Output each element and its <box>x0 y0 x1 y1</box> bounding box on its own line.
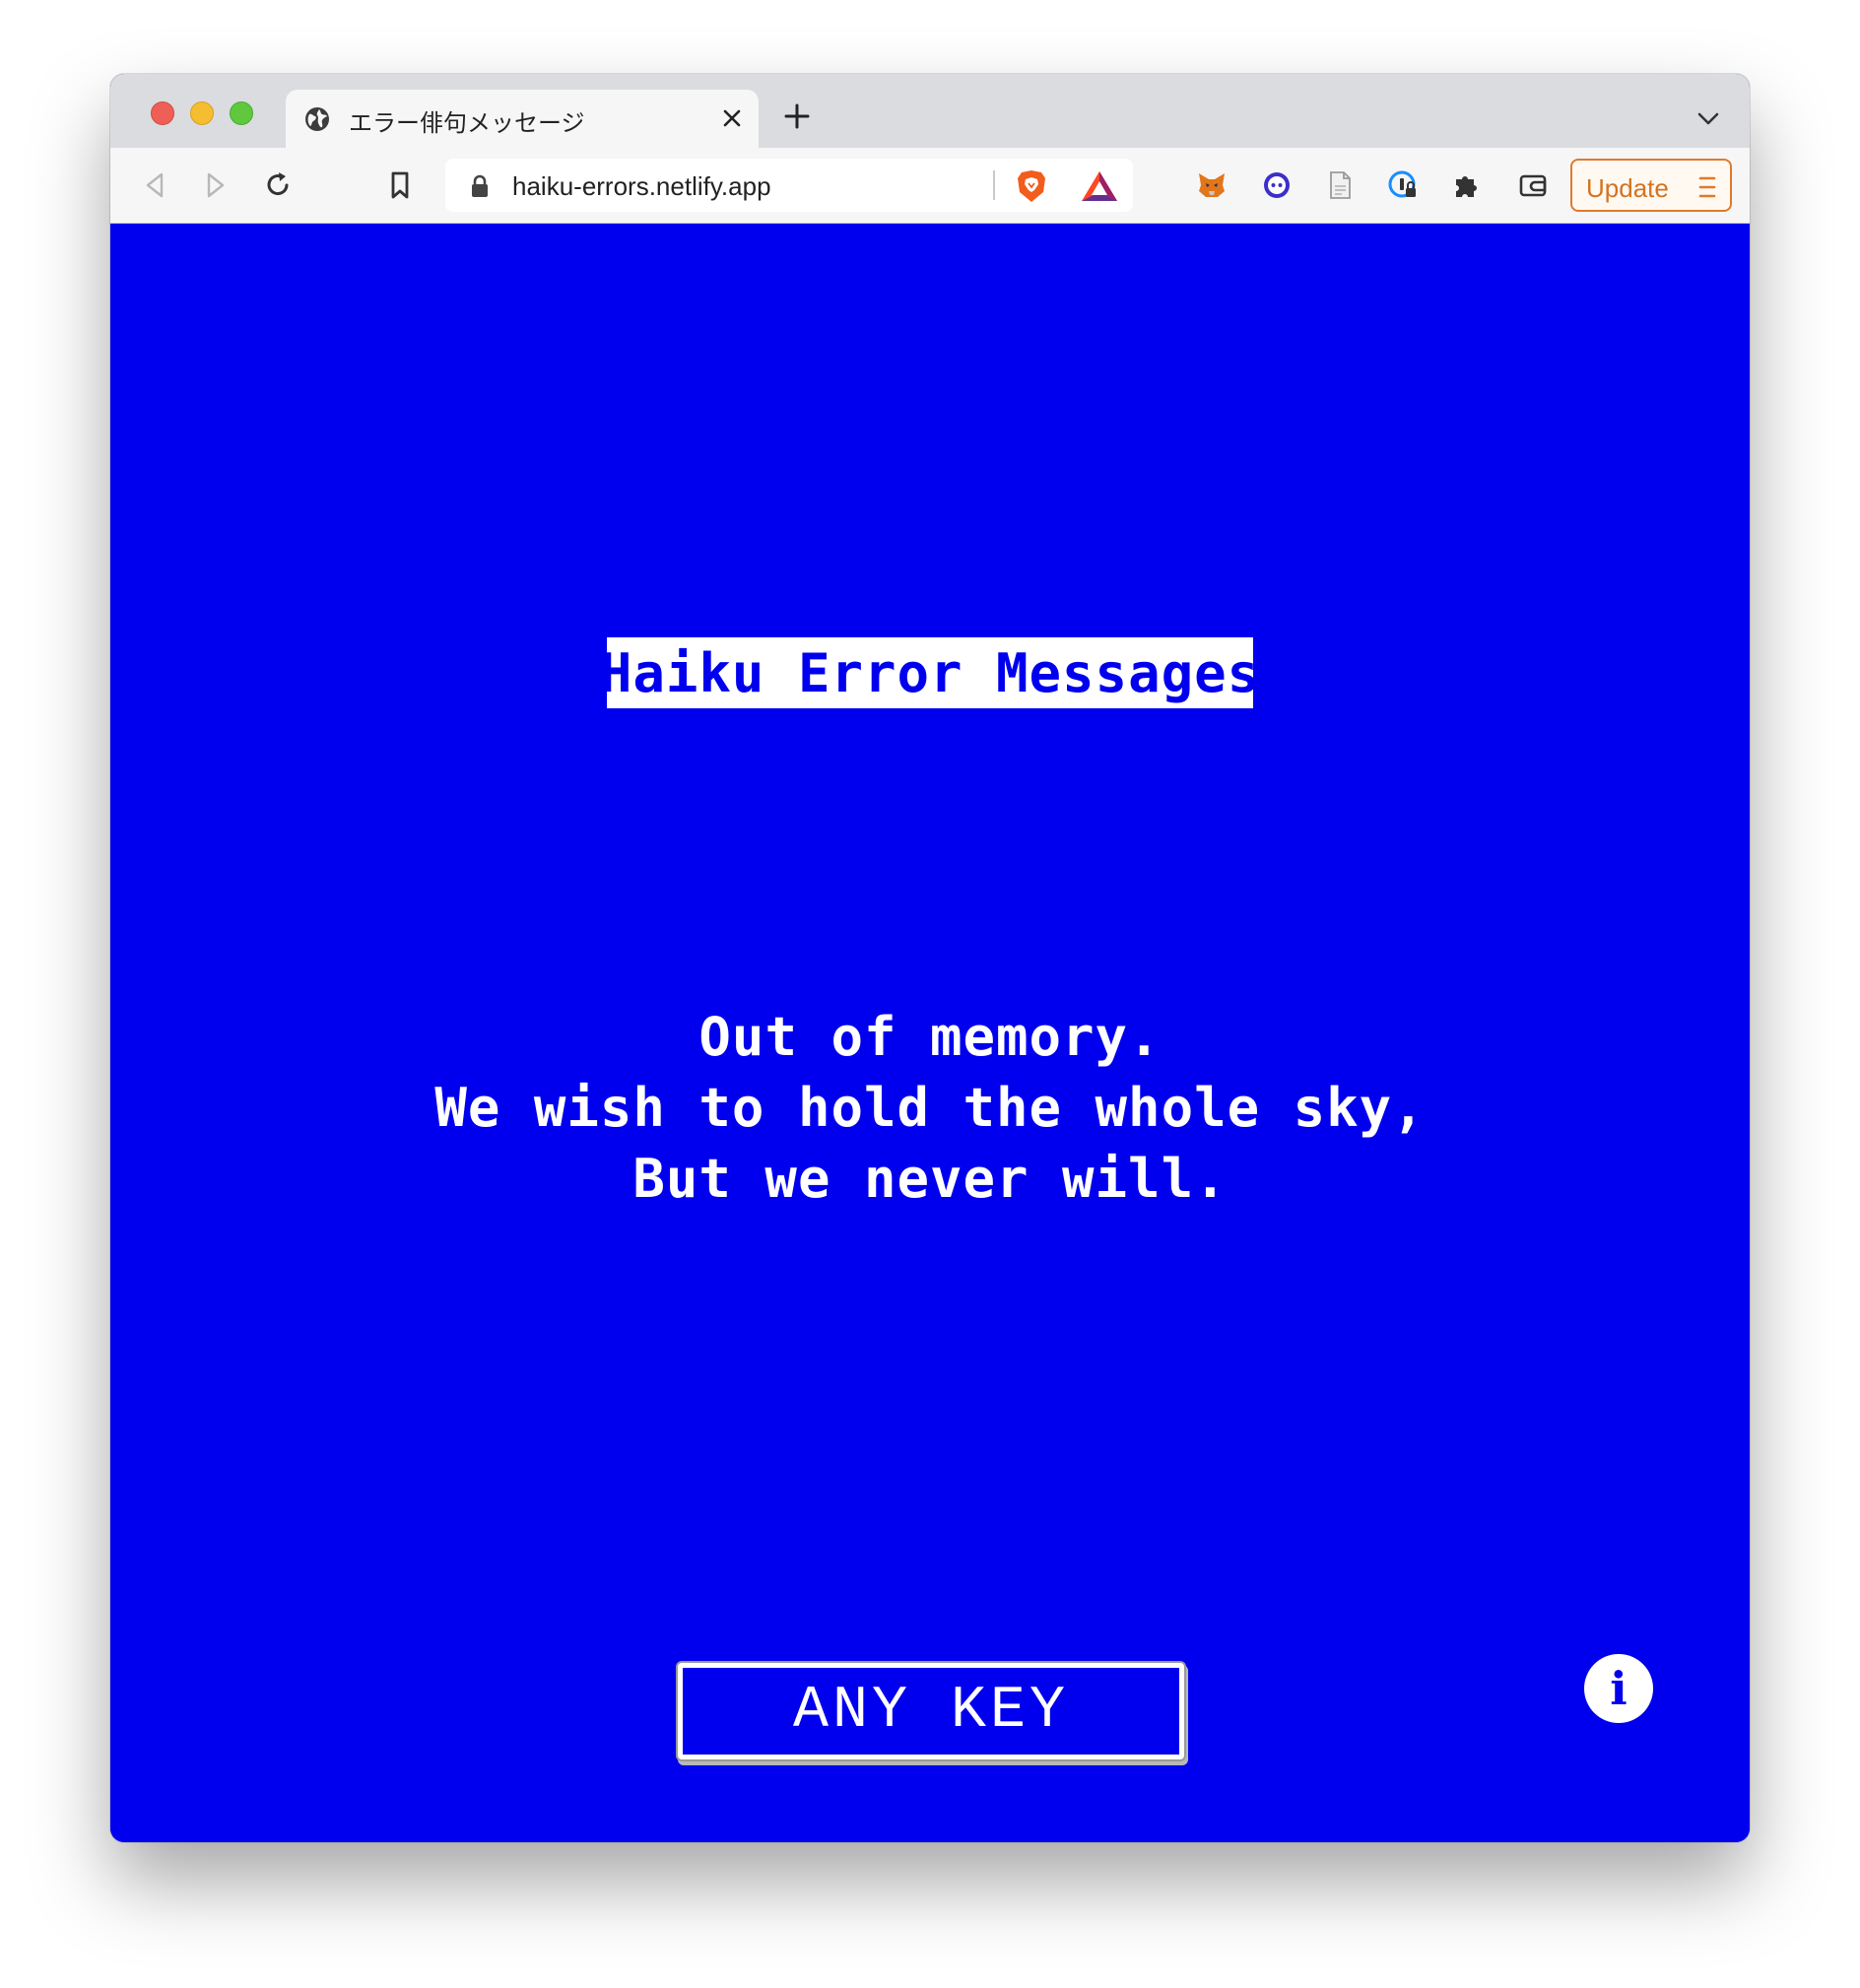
chat-extension-icon[interactable] <box>1261 169 1293 201</box>
update-button-label: Update <box>1586 173 1669 203</box>
globe-icon <box>305 107 329 131</box>
lock-icon <box>472 174 488 197</box>
bookmark-icon[interactable] <box>384 169 416 201</box>
close-tab-icon[interactable] <box>719 105 745 131</box>
password-manager-icon[interactable] <box>1387 169 1419 201</box>
bat-rewards-icon[interactable] <box>1080 168 1119 204</box>
page-title: Haiku Error Messages <box>600 637 1259 708</box>
chevron-down-icon[interactable] <box>1696 109 1720 127</box>
metamask-fox-icon[interactable] <box>1196 169 1228 201</box>
close-window-button[interactable] <box>151 101 174 125</box>
browser-toolbar: haiku-errors.netlify.app Update <box>110 148 1750 224</box>
address-bar-divider <box>993 170 995 200</box>
page-content: Haiku Error Messages Out of memory. We w… <box>110 224 1750 1842</box>
update-button[interactable]: Update <box>1570 159 1732 212</box>
extensions-puzzle-icon[interactable] <box>1450 169 1482 201</box>
back-icon[interactable] <box>140 169 171 201</box>
browser-window: エラー俳句メッセージ haiku-errors.netlify.app Upda… <box>110 74 1750 1842</box>
new-tab-icon[interactable] <box>782 101 812 131</box>
haiku-line-2: We wish to hold the whole sky, <box>434 1077 1426 1139</box>
forward-icon[interactable] <box>199 169 231 201</box>
haiku-line-3: But we never will. <box>632 1148 1228 1210</box>
haiku-message: Out of memory. We wish to hold the whole… <box>110 1002 1750 1215</box>
menu-icon <box>1698 176 1716 198</box>
info-icon[interactable]: i <box>1584 1654 1653 1723</box>
brave-shields-icon[interactable] <box>1015 168 1048 204</box>
tab-title: エラー俳句メッセージ <box>349 109 585 137</box>
minimize-window-button[interactable] <box>190 101 214 125</box>
reload-icon[interactable] <box>262 169 294 201</box>
document-icon[interactable] <box>1324 169 1356 201</box>
haiku-line-1: Out of memory. <box>698 1006 1162 1068</box>
maximize-window-button[interactable] <box>230 101 253 125</box>
any-key-button[interactable]: ANY KEY <box>678 1663 1184 1759</box>
tab-active[interactable]: エラー俳句メッセージ <box>286 90 759 148</box>
address-bar[interactable]: haiku-errors.netlify.app <box>445 159 1133 212</box>
url-text: haiku-errors.netlify.app <box>512 171 771 201</box>
wallet-icon[interactable] <box>1517 169 1549 201</box>
tab-strip: エラー俳句メッセージ <box>110 74 1750 148</box>
